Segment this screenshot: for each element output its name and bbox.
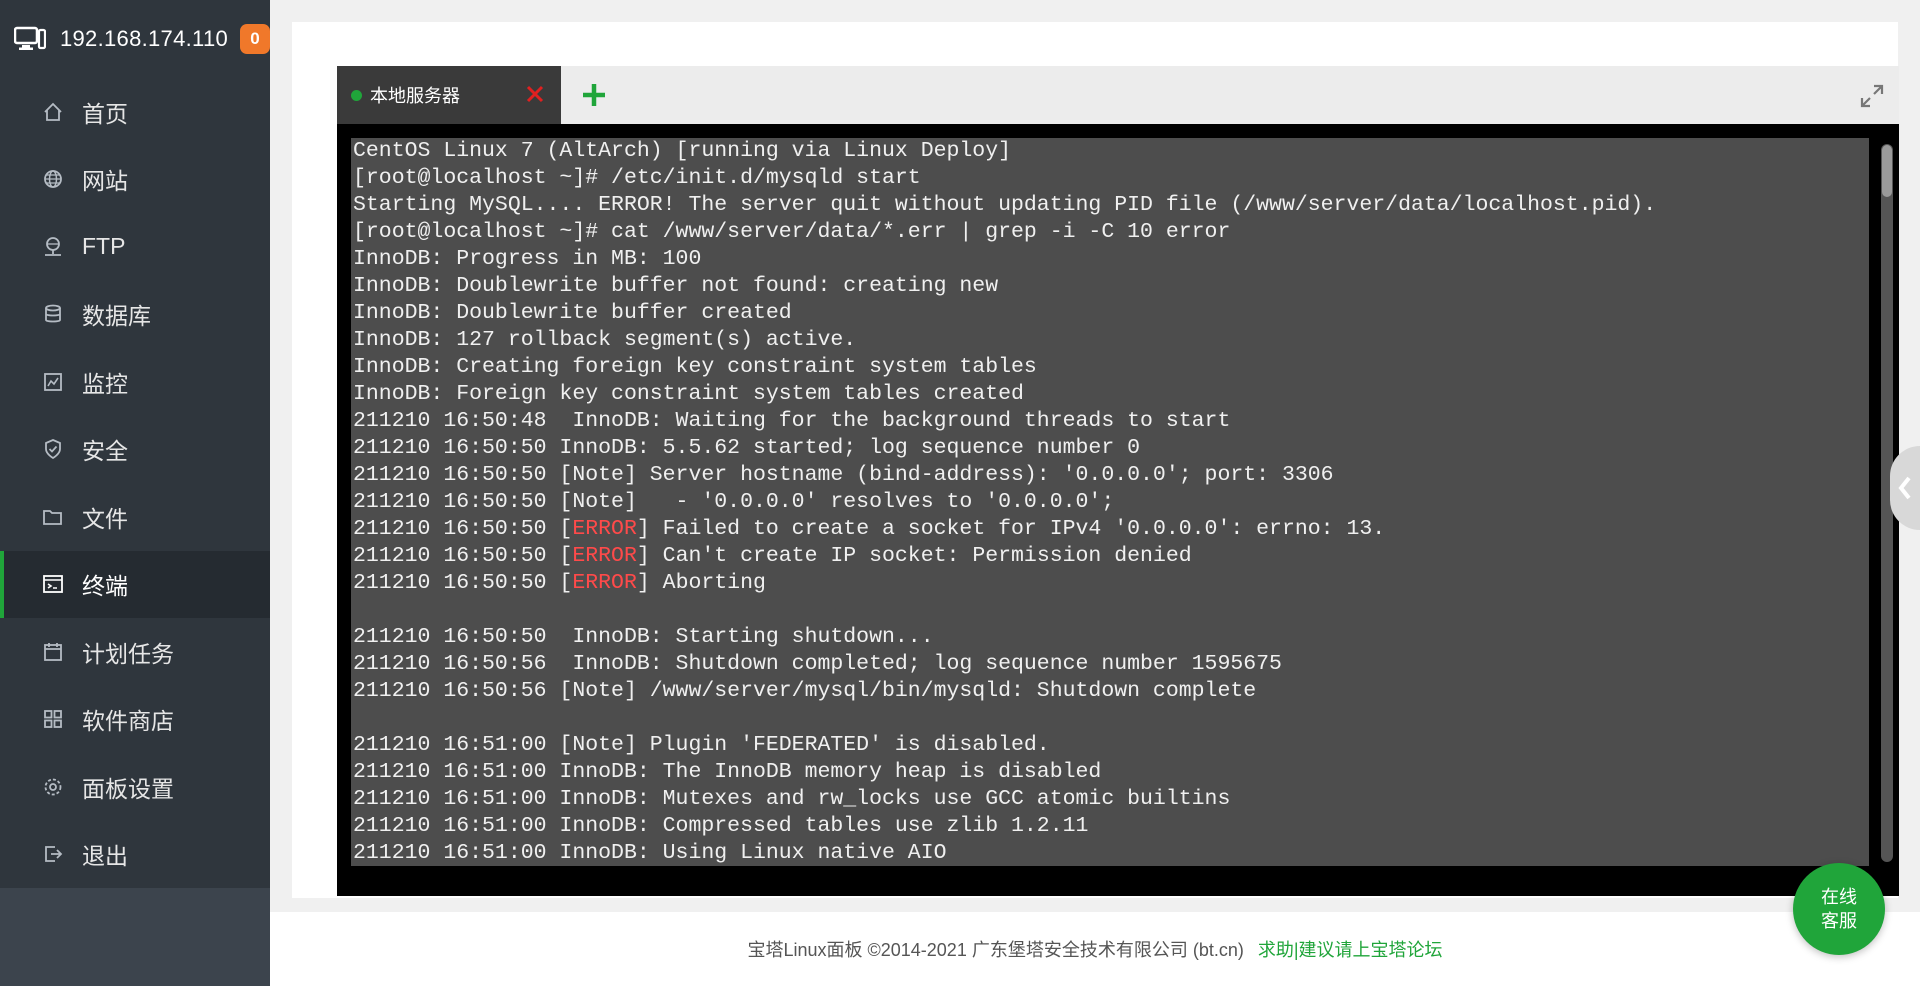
sidebar-item-label: FTP: [82, 233, 126, 260]
sidebar-item-home[interactable]: 首页: [0, 78, 270, 146]
sidebar-item-monitor[interactable]: 监控: [0, 348, 270, 416]
terminal-line: InnoDB: Progress in MB: 100: [353, 247, 702, 271]
terminal-line: InnoDB: 127 rollback segment(s) active.: [353, 328, 857, 352]
sidebar-item-label: 退出: [82, 843, 128, 870]
terminal-card: 本地服务器 CentOS Linux 7 (AltArch) [running …: [292, 22, 1899, 898]
terminal-line: 211210 16:51:00 InnoDB: The InnoDB memor…: [353, 760, 1102, 784]
folder-icon: [42, 506, 64, 528]
apps-icon: [42, 708, 64, 730]
terminal-line: 211210 16:50:48 InnoDB: Waiting for the …: [353, 409, 1231, 433]
online-support-button[interactable]: 在线 客服: [1793, 863, 1885, 955]
terminal-line: 211210 16:51:00 InnoDB: Compressed table…: [353, 814, 1089, 838]
terminal-line: 211210 16:51:00 [Note] Plugin 'FEDERATED…: [353, 733, 1050, 757]
scrollbar-thumb[interactable]: [1882, 145, 1892, 197]
terminal-line: InnoDB: Creating foreign key constraint …: [353, 355, 1037, 379]
sidebar-item-files[interactable]: 文件: [0, 483, 270, 551]
alert-count-badge[interactable]: 0: [240, 24, 270, 54]
calendar-icon: [42, 641, 64, 663]
database-icon: [42, 303, 64, 325]
footer-help-link[interactable]: 求助|建议请上宝塔论坛: [1258, 936, 1443, 962]
terminal-line: InnoDB: Doublewrite buffer not found: cr…: [353, 274, 999, 298]
sidebar-item-cron[interactable]: 计划任务: [0, 618, 270, 686]
fullscreen-icon[interactable]: [1859, 83, 1885, 109]
sidebar-item-ftp[interactable]: FTP: [0, 213, 270, 281]
sidebar-item-app-store[interactable]: 软件商店: [0, 686, 270, 754]
sidebar-item-label: 文件: [82, 505, 128, 532]
sidebar-item-label: 首页: [82, 100, 128, 127]
footer: 宝塔Linux面板 ©2014-2021 广东堡塔安全技术有限公司 (bt.cn…: [270, 912, 1920, 986]
sidebar-item-label: 计划任务: [82, 640, 174, 667]
terminal-line: 211210 16:50:50 [ERROR] Can't create IP …: [353, 544, 1192, 568]
computer-icon: [14, 26, 46, 50]
ftp-icon: [42, 236, 64, 258]
sidebar-item-label: 网站: [82, 168, 128, 195]
server-header: 192.168.174.110 0: [0, 0, 270, 78]
terminal-container: 本地服务器 CentOS Linux 7 (AltArch) [running …: [337, 66, 1899, 896]
terminal-line: 211210 16:50:50 InnoDB: Starting shutdow…: [353, 625, 934, 649]
terminal-line: 211210 16:50:56 InnoDB: Shutdown complet…: [353, 652, 1282, 676]
terminal-line: Starting MySQL.... ERROR! The server qui…: [353, 193, 1657, 217]
terminal-line: 211210 16:51:00 InnoDB: Using Linux nati…: [353, 841, 947, 865]
sidebar-item-database[interactable]: 数据库: [0, 281, 270, 349]
terminal-icon: [42, 573, 64, 595]
terminal-line: 211210 16:50:50 [ERROR] Aborting: [353, 571, 766, 595]
terminal-line: [root@localhost ~]# cat /www/server/data…: [353, 220, 1231, 244]
sidebar-item-website[interactable]: 网站: [0, 146, 270, 214]
sidebar-item-panel-settings[interactable]: 面板设置: [0, 753, 270, 821]
sidebar-item-label: 数据库: [82, 303, 151, 330]
terminal-output[interactable]: CentOS Linux 7 (AltArch) [running via Li…: [351, 138, 1869, 866]
server-ip: 192.168.174.110: [59, 26, 229, 51]
terminal-line: CentOS Linux 7 (AltArch) [running via Li…: [353, 139, 1012, 163]
footer-copyright: 宝塔Linux面板 ©2014-2021 广东堡塔安全技术有限公司 (bt.cn…: [747, 940, 1244, 960]
sidebar-item-label: 监控: [82, 370, 128, 397]
terminal-line: 211210 16:50:56 [Note] /www/server/mysql…: [353, 679, 1257, 703]
sidebar-item-label: 终端: [82, 573, 128, 600]
sidebar-item-label: 软件商店: [82, 708, 174, 735]
sidebar-item-label: 安全: [82, 438, 128, 465]
support-label-line1: 在线: [1821, 887, 1857, 907]
close-icon[interactable]: [523, 82, 547, 106]
sidebar-item-security[interactable]: 安全: [0, 416, 270, 484]
main-content: 本地服务器 CentOS Linux 7 (AltArch) [running …: [270, 0, 1920, 986]
tab-label: 本地服务器: [370, 86, 460, 106]
monitor-icon: [42, 371, 64, 393]
chevron-left-icon: [1898, 476, 1911, 500]
globe-icon: [42, 168, 64, 190]
sidebar: 192.168.174.110 0 首页 网站 FTP 数据库 监控 安全 文件…: [0, 0, 270, 986]
terminal-line: 211210 16:50:50 [Note] - '0.0.0.0' resol…: [353, 490, 1115, 514]
shield-icon: [42, 438, 64, 460]
terminal-line: 211210 16:50:50 InnoDB: 5.5.62 started; …: [353, 436, 1141, 460]
terminal-line: 211210 16:51:00 InnoDB: Mutexes and rw_l…: [353, 787, 1231, 811]
sidebar-item-logout[interactable]: 退出: [0, 821, 270, 889]
terminal-line: 211210 16:50:50 [Note] Server hostname (…: [353, 463, 1334, 487]
sidebar-menu: 首页 网站 FTP 数据库 监控 安全 文件 终端 计划任务 软件商店 面板设置…: [0, 78, 270, 888]
add-tab-icon[interactable]: [579, 80, 609, 110]
sidebar-item-label: 面板设置: [82, 775, 174, 802]
status-dot-icon: [351, 89, 362, 101]
tab-local-server[interactable]: 本地服务器: [337, 66, 561, 124]
terminal-line: InnoDB: Foreign key constraint system ta…: [353, 382, 1024, 406]
home-icon: [42, 101, 64, 123]
terminal-line: InnoDB: Doublewrite buffer created: [353, 301, 792, 325]
terminal-window[interactable]: CentOS Linux 7 (AltArch) [running via Li…: [337, 124, 1899, 896]
logout-icon: [42, 843, 64, 865]
support-label-line2: 客服: [1821, 911, 1857, 931]
gear-icon: [42, 776, 64, 798]
terminal-line: 211210 16:50:50 [ERROR] Failed to create…: [353, 517, 1386, 541]
terminal-line: [root@localhost ~]# /etc/init.d/mysqld s…: [353, 166, 921, 190]
sidebar-item-terminal[interactable]: 终端: [0, 550, 270, 618]
terminal-tabbar: 本地服务器: [337, 66, 1899, 124]
